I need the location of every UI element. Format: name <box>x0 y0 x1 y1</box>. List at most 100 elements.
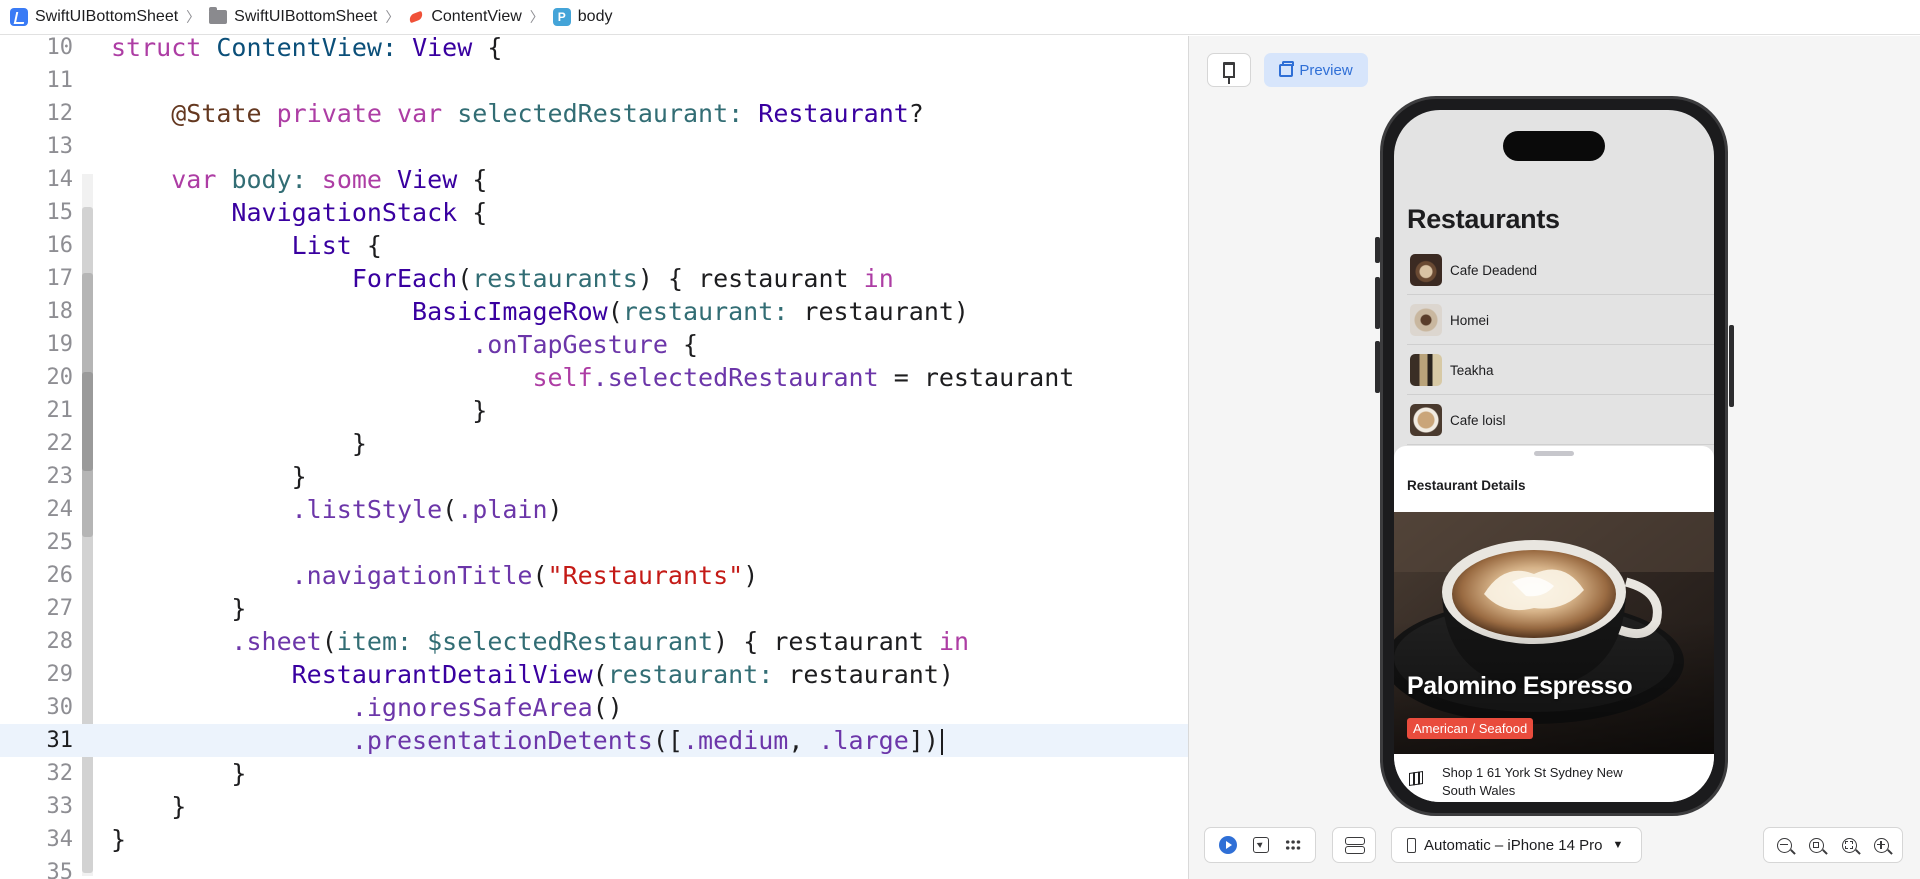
code-line[interactable]: 32 } <box>0 757 1188 790</box>
navigation-title: Restaurants <box>1407 204 1560 234</box>
code-line[interactable]: 19 .onTapGesture { <box>0 328 1188 361</box>
restaurant-row[interactable]: Teakha <box>1394 345 1714 395</box>
code-line[interactable]: 20 self.selectedRestaurant = restaurant <box>0 361 1188 394</box>
line-number: 28 <box>46 629 74 654</box>
code-text[interactable]: } <box>111 759 246 788</box>
code-line[interactable]: 11 <box>0 64 1188 97</box>
phone-screen[interactable]: Restaurants Cafe Deadend Homei Teakha Ca… <box>1394 110 1714 802</box>
code-line[interactable]: 17 ForEach(restaurants) { restaurant in <box>0 262 1188 295</box>
swift-file-icon <box>408 9 424 25</box>
code-text[interactable]: .presentationDetents([.medium, .large]) <box>111 726 943 755</box>
line-number: 23 <box>46 464 74 489</box>
code-line[interactable]: 29 RestaurantDetailView(restaurant: rest… <box>0 658 1188 691</box>
dynamic-island <box>1503 131 1605 161</box>
code-text[interactable]: NavigationStack { <box>111 198 487 227</box>
code-text[interactable]: } <box>111 594 246 623</box>
breadcrumb-folder[interactable]: SwiftUIBottomSheet <box>209 7 378 26</box>
line-number: 35 <box>46 860 74 879</box>
restaurant-type-tag: American / Seafood <box>1407 718 1534 739</box>
restaurant-name: Teakha <box>1450 362 1494 378</box>
chevron-down-icon: ▼ <box>1612 839 1624 851</box>
breadcrumb-project[interactable]: SwiftUIBottomSheet <box>10 8 178 26</box>
breadcrumb-symbol[interactable]: P body <box>552 8 612 26</box>
line-number: 24 <box>46 497 74 522</box>
code-text[interactable]: .ignoresSafeArea() <box>111 693 623 722</box>
variants-grid-icon[interactable] <box>1285 839 1301 851</box>
code-line[interactable]: 13 <box>0 130 1188 163</box>
row-divider <box>1407 444 1714 445</box>
breadcrumb-folder-label: SwiftUIBottomSheet <box>234 8 378 25</box>
zoom-controls <box>1763 827 1903 863</box>
address-row: Shop 1 61 York St Sydney New South Wales <box>1394 764 1714 802</box>
device-settings-button[interactable] <box>1332 827 1376 863</box>
preview-mode-group <box>1204 827 1316 863</box>
code-line[interactable]: 10 struct ContentView: View { <box>0 31 1188 64</box>
code-text[interactable]: .sheet(item: $selectedRestaurant) { rest… <box>111 627 969 656</box>
sheet-title: Restaurant Details <box>1407 478 1526 493</box>
selectable-mode-icon[interactable] <box>1253 837 1269 853</box>
code-text[interactable]: } <box>111 792 186 821</box>
restaurant-title: Palomino Espresso <box>1407 672 1633 700</box>
code-line[interactable]: 12 @State private var selectedRestaurant… <box>0 97 1188 130</box>
restaurant-name: Homei <box>1450 312 1490 328</box>
code-line[interactable]: 14 var body: some View { <box>0 163 1188 196</box>
sheet-grabber[interactable] <box>1534 451 1574 456</box>
code-line[interactable]: 27 } <box>0 592 1188 625</box>
code-line[interactable]: 28 .sheet(item: $selectedRestaurant) { r… <box>0 625 1188 658</box>
zoom-out-icon[interactable] <box>1776 837 1792 853</box>
code-text[interactable]: } <box>111 825 126 854</box>
restaurant-row[interactable]: Cafe loisl <box>1394 395 1714 445</box>
line-number: 13 <box>46 134 74 159</box>
code-line[interactable]: 25 <box>0 526 1188 559</box>
phone-side-button <box>1729 325 1734 407</box>
line-number: 16 <box>46 233 74 258</box>
code-text[interactable]: } <box>111 462 307 491</box>
code-text[interactable]: List { <box>111 231 382 260</box>
restaurant-address: Shop 1 61 York St Sydney New South Wales <box>1442 765 1623 798</box>
code-line[interactable]: 30 .ignoresSafeArea() <box>0 691 1188 724</box>
zoom-to-100-icon[interactable] <box>1809 837 1825 853</box>
code-text[interactable]: ForEach(restaurants) { restaurant in <box>111 264 894 293</box>
code-text[interactable]: @State private var selectedRestaurant: R… <box>111 99 924 128</box>
breadcrumb-file[interactable]: ContentView <box>408 8 521 26</box>
code-text[interactable]: self.selectedRestaurant = restaurant <box>111 363 1074 392</box>
code-text[interactable]: } <box>111 429 367 458</box>
code-text[interactable]: .navigationTitle("Restaurants") <box>111 561 759 590</box>
restaurant-row[interactable]: Cafe Deadend <box>1394 245 1714 295</box>
code-line[interactable]: 22 } <box>0 427 1188 460</box>
pin-preview-button[interactable] <box>1207 53 1251 87</box>
preview-selector-button[interactable]: Preview <box>1264 53 1368 87</box>
zoom-in-icon[interactable] <box>1874 837 1890 853</box>
code-line[interactable]: 21 } <box>0 394 1188 427</box>
line-number: 21 <box>46 398 74 423</box>
code-line[interactable]: 26 .navigationTitle("Restaurants") <box>0 559 1188 592</box>
live-preview-icon[interactable] <box>1219 836 1237 854</box>
preview-label: Preview <box>1299 61 1353 79</box>
iphone-frame: Restaurants Cafe Deadend Homei Teakha Ca… <box>1375 96 1734 816</box>
code-line[interactable]: 24 .listStyle(.plain) <box>0 493 1188 526</box>
zoom-to-fit-icon[interactable] <box>1841 837 1857 853</box>
code-line[interactable]: 31 .presentationDetents([.medium, .large… <box>0 724 1188 757</box>
code-text[interactable]: .onTapGesture { <box>111 330 698 359</box>
code-line[interactable]: 23 } <box>0 460 1188 493</box>
code-line[interactable]: 35 <box>0 856 1188 879</box>
code-text[interactable]: RestaurantDetailView(restaurant: restaur… <box>111 660 954 689</box>
code-line[interactable]: 16 List { <box>0 229 1188 262</box>
code-editor[interactable]: 10 struct ContentView: View {11 12 @State … <box>0 33 1188 879</box>
code-text[interactable]: BasicImageRow(restaurant: restaurant) <box>111 297 969 326</box>
chevron-right-icon: 〉 <box>385 9 400 25</box>
bottom-sheet[interactable]: Restaurant Details Palomino Espresso Ame… <box>1394 446 1714 802</box>
restaurant-row[interactable]: Homei <box>1394 295 1714 345</box>
code-line[interactable]: 15 NavigationStack { <box>0 196 1188 229</box>
device-picker[interactable]: Automatic – iPhone 14 Pro ▼ <box>1391 827 1642 863</box>
phone-side-button <box>1375 237 1380 263</box>
code-text[interactable]: var body: some View { <box>111 165 487 194</box>
code-line[interactable]: 18 BasicImageRow(restaurant: restaurant) <box>0 295 1188 328</box>
code-text[interactable]: } <box>111 396 487 425</box>
text-cursor <box>940 729 943 755</box>
code-line[interactable]: 33 } <box>0 790 1188 823</box>
code-line[interactable]: 34} <box>0 823 1188 856</box>
phone-side-button <box>1375 341 1380 393</box>
code-text[interactable]: .listStyle(.plain) <box>111 495 563 524</box>
code-text[interactable]: struct ContentView: View { <box>111 33 502 62</box>
